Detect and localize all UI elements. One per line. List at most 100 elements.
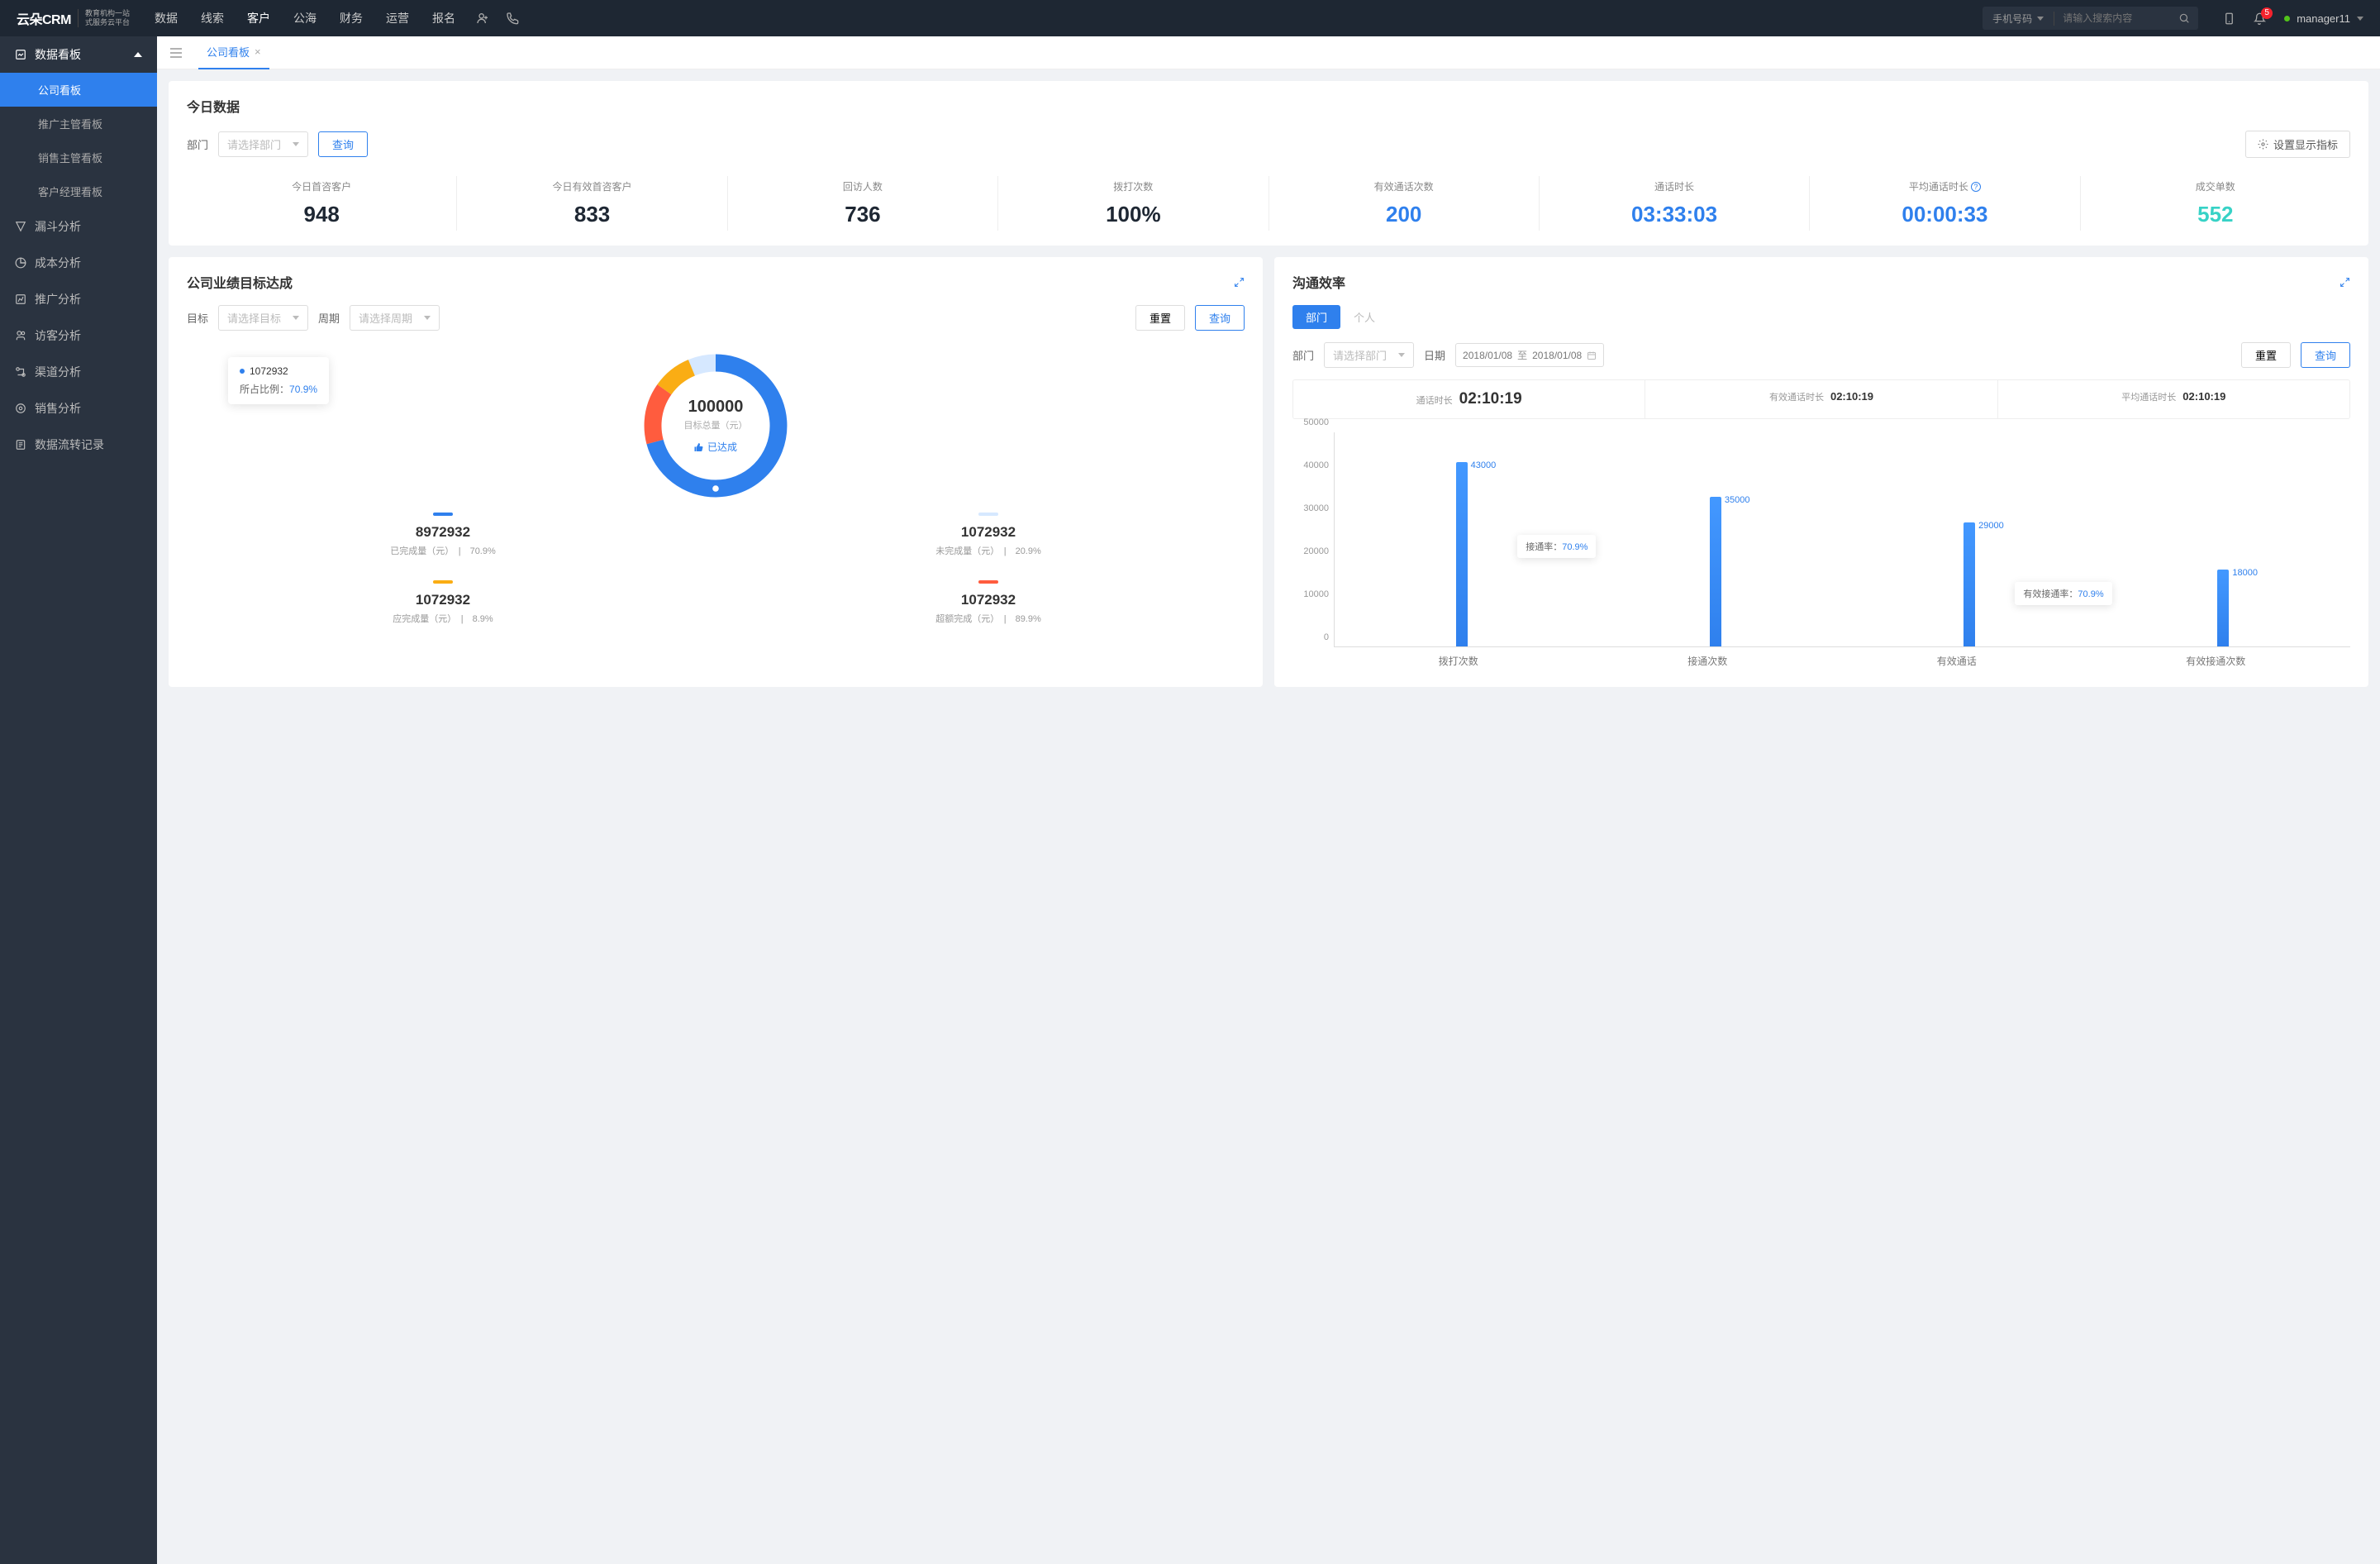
pill-person[interactable]: 个人 bbox=[1340, 305, 1388, 329]
legend-item: 1072932应完成量（元） | 8.9% bbox=[187, 580, 699, 625]
pill-dept[interactable]: 部门 bbox=[1292, 305, 1340, 329]
sidebar-item-label: 访客分析 bbox=[35, 327, 81, 344]
y-tick: 20000 bbox=[1303, 546, 1329, 556]
tab-menu-icon[interactable] bbox=[165, 48, 187, 58]
stat-value: 100% bbox=[998, 202, 1268, 227]
nav-item[interactable]: 运营 bbox=[386, 7, 409, 30]
search-icon[interactable] bbox=[2170, 12, 2198, 24]
logo: 云朵CRM 教育机构一站式服务云平台 bbox=[17, 8, 130, 28]
settings-indicators-button[interactable]: 设置显示指标 bbox=[2245, 131, 2350, 158]
help-icon[interactable]: ? bbox=[1971, 182, 1981, 192]
nav-item[interactable]: 公海 bbox=[293, 7, 317, 30]
nav-item[interactable]: 线索 bbox=[201, 7, 224, 30]
main-content: 公司看板 × 今日数据 部门 请选择部门 查询 bbox=[157, 36, 2380, 1564]
y-tick: 0 bbox=[1324, 632, 1329, 642]
stat-label: 回访人数 bbox=[728, 179, 997, 193]
stat-label: 有效通话次数 bbox=[1269, 179, 1539, 193]
kpi-item: 有效通话时长02:10:19 bbox=[1645, 380, 1997, 418]
sidebar-item[interactable]: 渠道分析 bbox=[0, 354, 157, 390]
dept-select[interactable]: 请选择部门 bbox=[218, 131, 308, 157]
search-type-select[interactable]: 手机号码 bbox=[1983, 12, 2054, 26]
mobile-icon[interactable] bbox=[2223, 12, 2235, 25]
donut-center: 100000 目标总量（元） 已达成 bbox=[684, 398, 748, 454]
goal-achievement-card: 公司业绩目标达成 目标 请选择目标 周期 请选择周期 重置 查询 bbox=[169, 257, 1263, 687]
user-menu[interactable]: manager11 bbox=[2284, 12, 2363, 25]
sidebar-sub-item[interactable]: 销售主管看板 bbox=[0, 141, 157, 174]
expand-icon[interactable] bbox=[2340, 277, 2350, 288]
stat-label: 拨打次数 bbox=[998, 179, 1268, 193]
nav-item[interactable]: 数据 bbox=[155, 7, 178, 30]
top-header: 云朵CRM 教育机构一站式服务云平台 数据线索客户公海财务运营报名 手机号码 5 bbox=[0, 0, 2380, 36]
logo-text: 云朵CRM bbox=[17, 8, 71, 28]
stat-item: 今日有效首咨客户 833 bbox=[457, 176, 727, 231]
stat-value: 736 bbox=[728, 202, 997, 227]
legend-item: 1072932未完成量（元） | 20.9% bbox=[732, 513, 1245, 557]
sidebar-item-label: 销售分析 bbox=[35, 400, 81, 417]
expand-icon[interactable] bbox=[1234, 277, 1245, 288]
period-select[interactable]: 请选择周期 bbox=[350, 305, 440, 331]
sidebar-item-label: 成本分析 bbox=[35, 255, 81, 271]
stat-value: 00:00:33 bbox=[1810, 202, 2079, 227]
sidebar-sub-item[interactable]: 客户经理看板 bbox=[0, 174, 157, 208]
stat-value: 03:33:03 bbox=[1540, 202, 1809, 227]
date-label: 日期 bbox=[1424, 347, 1445, 363]
sidebar-sub-item[interactable]: 推广主管看板 bbox=[0, 107, 157, 141]
phone-icon[interactable] bbox=[506, 12, 519, 25]
bar-value-label: 35000 bbox=[1725, 495, 1750, 505]
stat-label: 今日有效首咨客户 bbox=[457, 179, 726, 193]
bar-value-label: 18000 bbox=[2232, 568, 2258, 578]
close-icon[interactable]: × bbox=[255, 45, 261, 58]
goal-card-title: 公司业绩目标达成 bbox=[187, 272, 293, 292]
sidebar-item[interactable]: 销售分析 bbox=[0, 390, 157, 427]
y-tick: 30000 bbox=[1303, 503, 1329, 513]
stat-value: 948 bbox=[187, 202, 456, 227]
query-button[interactable]: 查询 bbox=[318, 131, 368, 157]
calendar-icon bbox=[1587, 350, 1597, 360]
reset-button[interactable]: 重置 bbox=[1135, 305, 1185, 331]
sidebar-item[interactable]: 推广分析 bbox=[0, 281, 157, 317]
stat-item: 平均通话时长?00:00:33 bbox=[1810, 176, 2080, 231]
chevron-down-icon bbox=[293, 316, 299, 320]
sidebar-item-label: 漏斗分析 bbox=[35, 218, 81, 235]
comm-dept-select[interactable]: 请选择部门 bbox=[1324, 342, 1414, 368]
nav-item[interactable]: 财务 bbox=[340, 7, 363, 30]
nav-item[interactable]: 客户 bbox=[247, 7, 270, 30]
stat-value: 552 bbox=[2081, 202, 2350, 227]
today-data-card: 今日数据 部门 请选择部门 查询 设置显示指标 bbox=[169, 81, 2368, 246]
sidebar-item[interactable]: 访客分析 bbox=[0, 317, 157, 354]
sidebar-item[interactable]: 数据流转记录 bbox=[0, 427, 157, 463]
sidebar-group-dashboard[interactable]: 数据看板 bbox=[0, 36, 157, 73]
x-label: 有效接通次数 bbox=[2186, 647, 2245, 672]
stat-item: 有效通话次数200 bbox=[1269, 176, 1540, 231]
sidebar-sub-item[interactable]: 公司看板 bbox=[0, 73, 157, 107]
tab-company-dashboard[interactable]: 公司看板 × bbox=[198, 36, 269, 69]
bar: 18000 bbox=[2217, 570, 2229, 646]
target-select[interactable]: 请选择目标 bbox=[218, 305, 308, 331]
chevron-up-icon bbox=[134, 52, 142, 57]
gear-icon bbox=[2258, 139, 2268, 150]
menu-icon bbox=[15, 366, 26, 378]
date-range-picker[interactable]: 2018/01/08 至 2018/01/08 bbox=[1455, 343, 1604, 367]
bar-value-label: 43000 bbox=[1471, 460, 1497, 470]
menu-icon bbox=[15, 403, 26, 414]
nav-item[interactable]: 报名 bbox=[432, 7, 455, 30]
donut-status: 已达成 bbox=[684, 440, 748, 454]
menu-icon bbox=[15, 330, 26, 341]
period-label: 周期 bbox=[318, 310, 340, 326]
dept-label: 部门 bbox=[187, 136, 208, 152]
add-user-icon[interactable] bbox=[476, 12, 489, 25]
donut-tooltip: 1072932 所占比例：70.9% bbox=[228, 357, 329, 404]
bell-icon[interactable]: 5 bbox=[2254, 12, 2266, 25]
query-button[interactable]: 查询 bbox=[2301, 342, 2350, 368]
stat-item: 回访人数 736 bbox=[728, 176, 998, 231]
reset-button[interactable]: 重置 bbox=[2241, 342, 2291, 368]
search-input[interactable] bbox=[2054, 12, 2170, 24]
sidebar-item[interactable]: 成本分析 bbox=[0, 245, 157, 281]
kpi-item: 平均通话时长02:10:19 bbox=[1998, 380, 2349, 418]
sidebar-item-label: 渠道分析 bbox=[35, 364, 81, 380]
sidebar-item[interactable]: 漏斗分析 bbox=[0, 208, 157, 245]
stat-value: 833 bbox=[457, 202, 726, 227]
query-button[interactable]: 查询 bbox=[1195, 305, 1245, 331]
comm-efficiency-card: 沟通效率 部门 个人 部门 请选择部门 日期 2018/01/0 bbox=[1274, 257, 2368, 687]
sidebar: 数据看板 公司看板推广主管看板销售主管看板客户经理看板 漏斗分析成本分析推广分析… bbox=[0, 36, 157, 1564]
